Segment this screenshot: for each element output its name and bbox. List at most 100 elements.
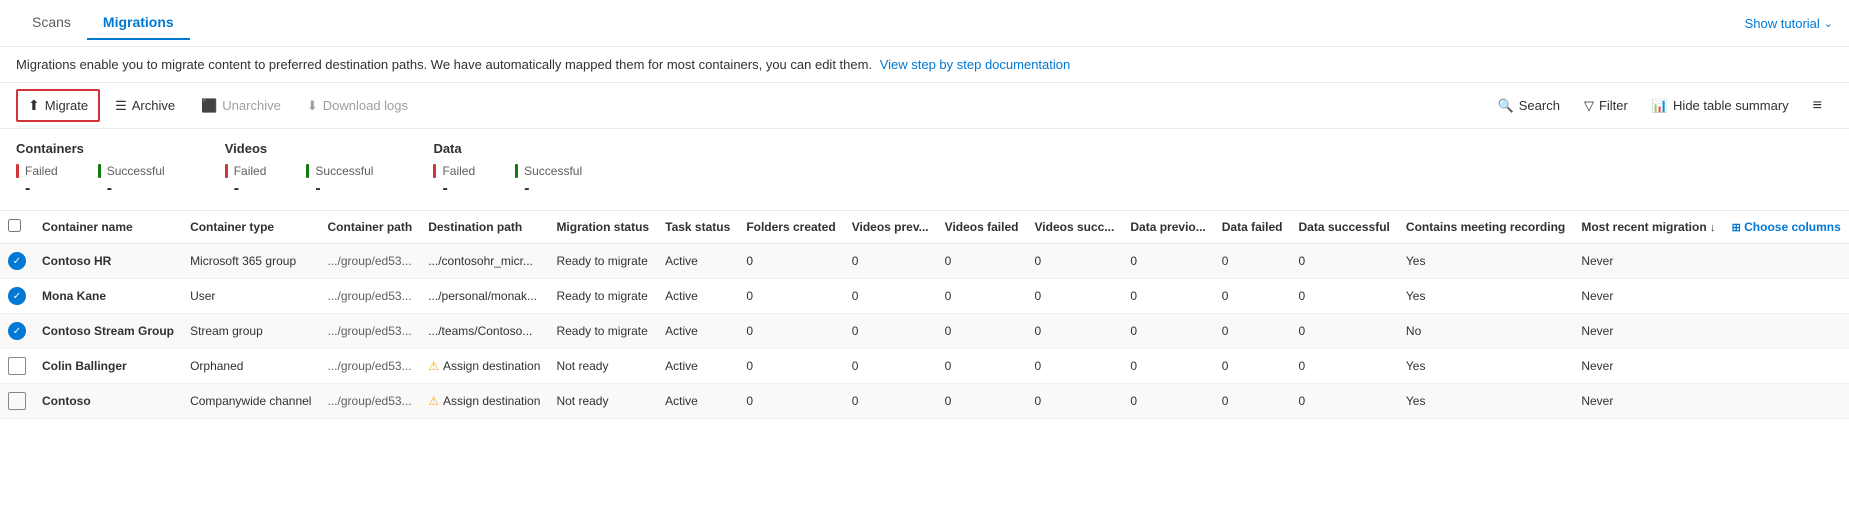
col-container-name[interactable]: Container name xyxy=(34,211,182,244)
row-checkbox-cell[interactable]: ✓ xyxy=(0,279,34,314)
download-icon: ⬇ xyxy=(307,98,318,114)
most-recent-cell: Never xyxy=(1573,314,1723,349)
more-options-button[interactable]: ≡ xyxy=(1802,90,1833,122)
container-path-cell: .../group/ed53... xyxy=(320,279,421,314)
tab-scans[interactable]: Scans xyxy=(16,6,87,40)
task-status-cell: Active xyxy=(657,384,738,419)
videos-failed-cell: 0 xyxy=(937,349,1027,384)
col-data-successful[interactable]: Data successful xyxy=(1290,211,1397,244)
container-type-cell: Microsoft 365 group xyxy=(182,244,319,279)
migrations-table: Container name Container type Container … xyxy=(0,211,1849,419)
videos-succ-cell: 0 xyxy=(1027,314,1123,349)
col-destination-path[interactable]: Destination path xyxy=(420,211,548,244)
choose-columns-cell xyxy=(1724,349,1849,384)
container-path-cell: .../group/ed53... xyxy=(320,349,421,384)
col-container-path[interactable]: Container path xyxy=(320,211,421,244)
data-successful-cell: 0 xyxy=(1290,314,1397,349)
col-migration-status[interactable]: Migration status xyxy=(548,211,657,244)
row-checkbox-cell[interactable] xyxy=(0,349,34,384)
step-by-step-link[interactable]: View step by step documentation xyxy=(880,57,1071,72)
data-stats: Failed - Successful - xyxy=(433,164,582,198)
containers-stats: Failed - Successful - xyxy=(16,164,165,198)
col-task-status[interactable]: Task status xyxy=(657,211,738,244)
most-recent-cell: Never xyxy=(1573,279,1723,314)
data-previo-cell: 0 xyxy=(1122,314,1213,349)
container-type-cell: User xyxy=(182,279,319,314)
show-tutorial-button[interactable]: Show tutorial ⌄ xyxy=(1745,16,1833,31)
data-failed-cell: 0 xyxy=(1214,244,1291,279)
container-name-cell: Contoso xyxy=(34,384,182,419)
col-data-previo[interactable]: Data previo... xyxy=(1122,211,1213,244)
videos-successful-stat: Successful - xyxy=(306,164,373,198)
task-status-cell: Active xyxy=(657,244,738,279)
col-data-failed[interactable]: Data failed xyxy=(1214,211,1291,244)
destination-path-cell: .../personal/monak... xyxy=(420,279,548,314)
destination-path-cell: .../teams/Contoso... xyxy=(420,314,548,349)
select-all-checkbox[interactable] xyxy=(0,211,34,244)
row-checkbox-cell[interactable]: ✓ xyxy=(0,244,34,279)
search-button[interactable]: 🔍 Search xyxy=(1487,91,1571,121)
row-checkbox-cell[interactable] xyxy=(0,384,34,419)
migration-status-cell: Not ready xyxy=(548,349,657,384)
container-name-cell: Contoso HR xyxy=(34,244,182,279)
row-checkbox-cell[interactable]: ✓ xyxy=(0,314,34,349)
vfailed-bar xyxy=(225,164,228,178)
contains-meeting-cell: Yes xyxy=(1398,384,1573,419)
col-container-type[interactable]: Container type xyxy=(182,211,319,244)
folders-created-cell: 0 xyxy=(738,279,843,314)
more-icon: ≡ xyxy=(1813,97,1822,115)
choose-columns-cell xyxy=(1724,314,1849,349)
contains-meeting-cell: Yes xyxy=(1398,349,1573,384)
data-failed-value: - xyxy=(433,180,475,198)
summary-videos-title: Videos xyxy=(225,141,374,156)
data-previo-cell: 0 xyxy=(1122,384,1213,419)
videos-prev-cell: 0 xyxy=(844,349,937,384)
videos-prev-cell: 0 xyxy=(844,384,937,419)
sort-icon: ↓ xyxy=(1710,222,1716,234)
summary-containers: Containers Failed - Successful - xyxy=(16,141,165,198)
summary-videos: Videos Failed - Successful - xyxy=(225,141,374,198)
col-videos-succ[interactable]: Videos succ... xyxy=(1027,211,1123,244)
videos-succ-cell: 0 xyxy=(1027,349,1123,384)
data-successful-cell: 0 xyxy=(1290,244,1397,279)
filter-button[interactable]: ▽ Filter xyxy=(1573,91,1639,121)
unarchive-icon: ⬛ xyxy=(201,98,217,114)
col-videos-failed[interactable]: Videos failed xyxy=(937,211,1027,244)
data-previo-cell: 0 xyxy=(1122,279,1213,314)
search-icon: 🔍 xyxy=(1498,98,1514,114)
archive-button[interactable]: ☰ Archive xyxy=(104,91,186,121)
videos-stats: Failed - Successful - xyxy=(225,164,374,198)
col-choose-columns[interactable]: ⊞ Choose columns xyxy=(1724,211,1849,244)
folders-created-cell: 0 xyxy=(738,384,843,419)
col-contains-meeting[interactable]: Contains meeting recording xyxy=(1398,211,1573,244)
toolbar: ⬆ Migrate ☰ Archive ⬛ Unarchive ⬇ Downlo… xyxy=(0,83,1849,129)
videos-succ-cell: 0 xyxy=(1027,244,1123,279)
containers-failed-stat: Failed - xyxy=(16,164,58,198)
table-row: Colin BallingerOrphaned.../group/ed53...… xyxy=(0,349,1849,384)
container-type-cell: Orphaned xyxy=(182,349,319,384)
download-logs-button[interactable]: ⬇ Download logs xyxy=(296,91,419,121)
table-row: ✓Mona KaneUser.../group/ed53....../perso… xyxy=(0,279,1849,314)
hide-table-summary-button[interactable]: 📊 Hide table summary xyxy=(1641,91,1800,121)
task-status-cell: Active xyxy=(657,314,738,349)
container-path-cell: .../group/ed53... xyxy=(320,244,421,279)
col-most-recent[interactable]: Most recent migration ↓ xyxy=(1573,211,1723,244)
videos-prev-cell: 0 xyxy=(844,314,937,349)
select-all-input[interactable] xyxy=(8,219,21,232)
videos-failed-cell: 0 xyxy=(937,244,1027,279)
col-folders-created[interactable]: Folders created xyxy=(738,211,843,244)
table-body: ✓Contoso HRMicrosoft 365 group.../group/… xyxy=(0,244,1849,419)
table-summary-icon: 📊 xyxy=(1652,98,1668,114)
successful-bar xyxy=(98,164,101,178)
most-recent-cell: Never xyxy=(1573,384,1723,419)
col-videos-prev[interactable]: Videos prev... xyxy=(844,211,937,244)
videos-prev-cell: 0 xyxy=(844,279,937,314)
migration-status-cell: Ready to migrate xyxy=(548,244,657,279)
migrate-button[interactable]: ⬆ Migrate xyxy=(16,89,100,122)
tab-migrations[interactable]: Migrations xyxy=(87,6,190,40)
summary-section: Containers Failed - Successful - Videos xyxy=(0,129,1849,211)
data-successful-value: - xyxy=(515,180,582,198)
description-text: Migrations enable you to migrate content… xyxy=(16,57,1070,72)
unarchive-button[interactable]: ⬛ Unarchive xyxy=(190,91,292,121)
chevron-down-icon: ⌄ xyxy=(1824,17,1833,30)
